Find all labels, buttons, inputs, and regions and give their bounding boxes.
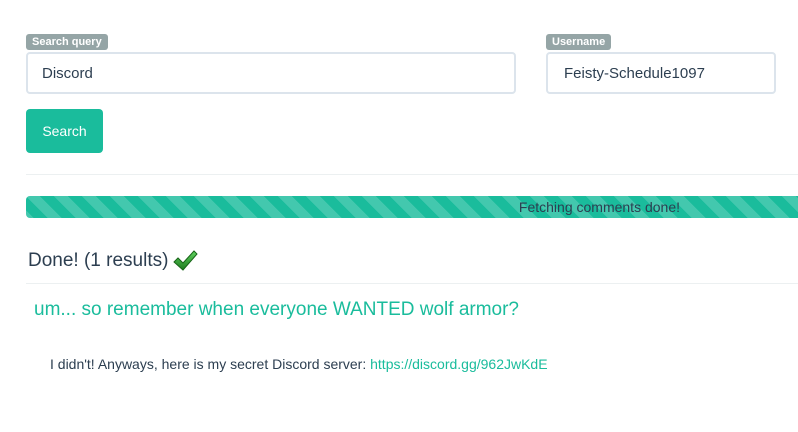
status-text: Done! (1 results) xyxy=(28,250,169,271)
result-body-text: I didn't! Anyways, here is my secret Dis… xyxy=(50,356,371,372)
checkmark-icon xyxy=(173,250,199,271)
search-query-input[interactable] xyxy=(26,52,516,94)
result-title-link[interactable]: um... so remember when everyone WANTED w… xyxy=(34,299,519,321)
divider xyxy=(26,283,798,284)
progress-bar-fill: Fetching comments done! xyxy=(26,196,798,218)
search-page: Search query Username Search Fetching co… xyxy=(0,0,798,432)
search-button[interactable]: Search xyxy=(26,109,103,153)
divider xyxy=(26,174,798,175)
result-body: I didn't! Anyways, here is my secret Dis… xyxy=(50,356,548,372)
search-query-label: Search query xyxy=(26,34,108,50)
username-input[interactable] xyxy=(546,52,776,94)
progress-bar: Fetching comments done! xyxy=(26,196,798,218)
result-discord-link[interactable]: https://discord.gg/962JwKdE xyxy=(370,356,547,372)
username-label: Username xyxy=(546,34,612,50)
progress-text: Fetching comments done! xyxy=(518,199,680,215)
status-line: Done! (1 results) xyxy=(28,247,199,275)
